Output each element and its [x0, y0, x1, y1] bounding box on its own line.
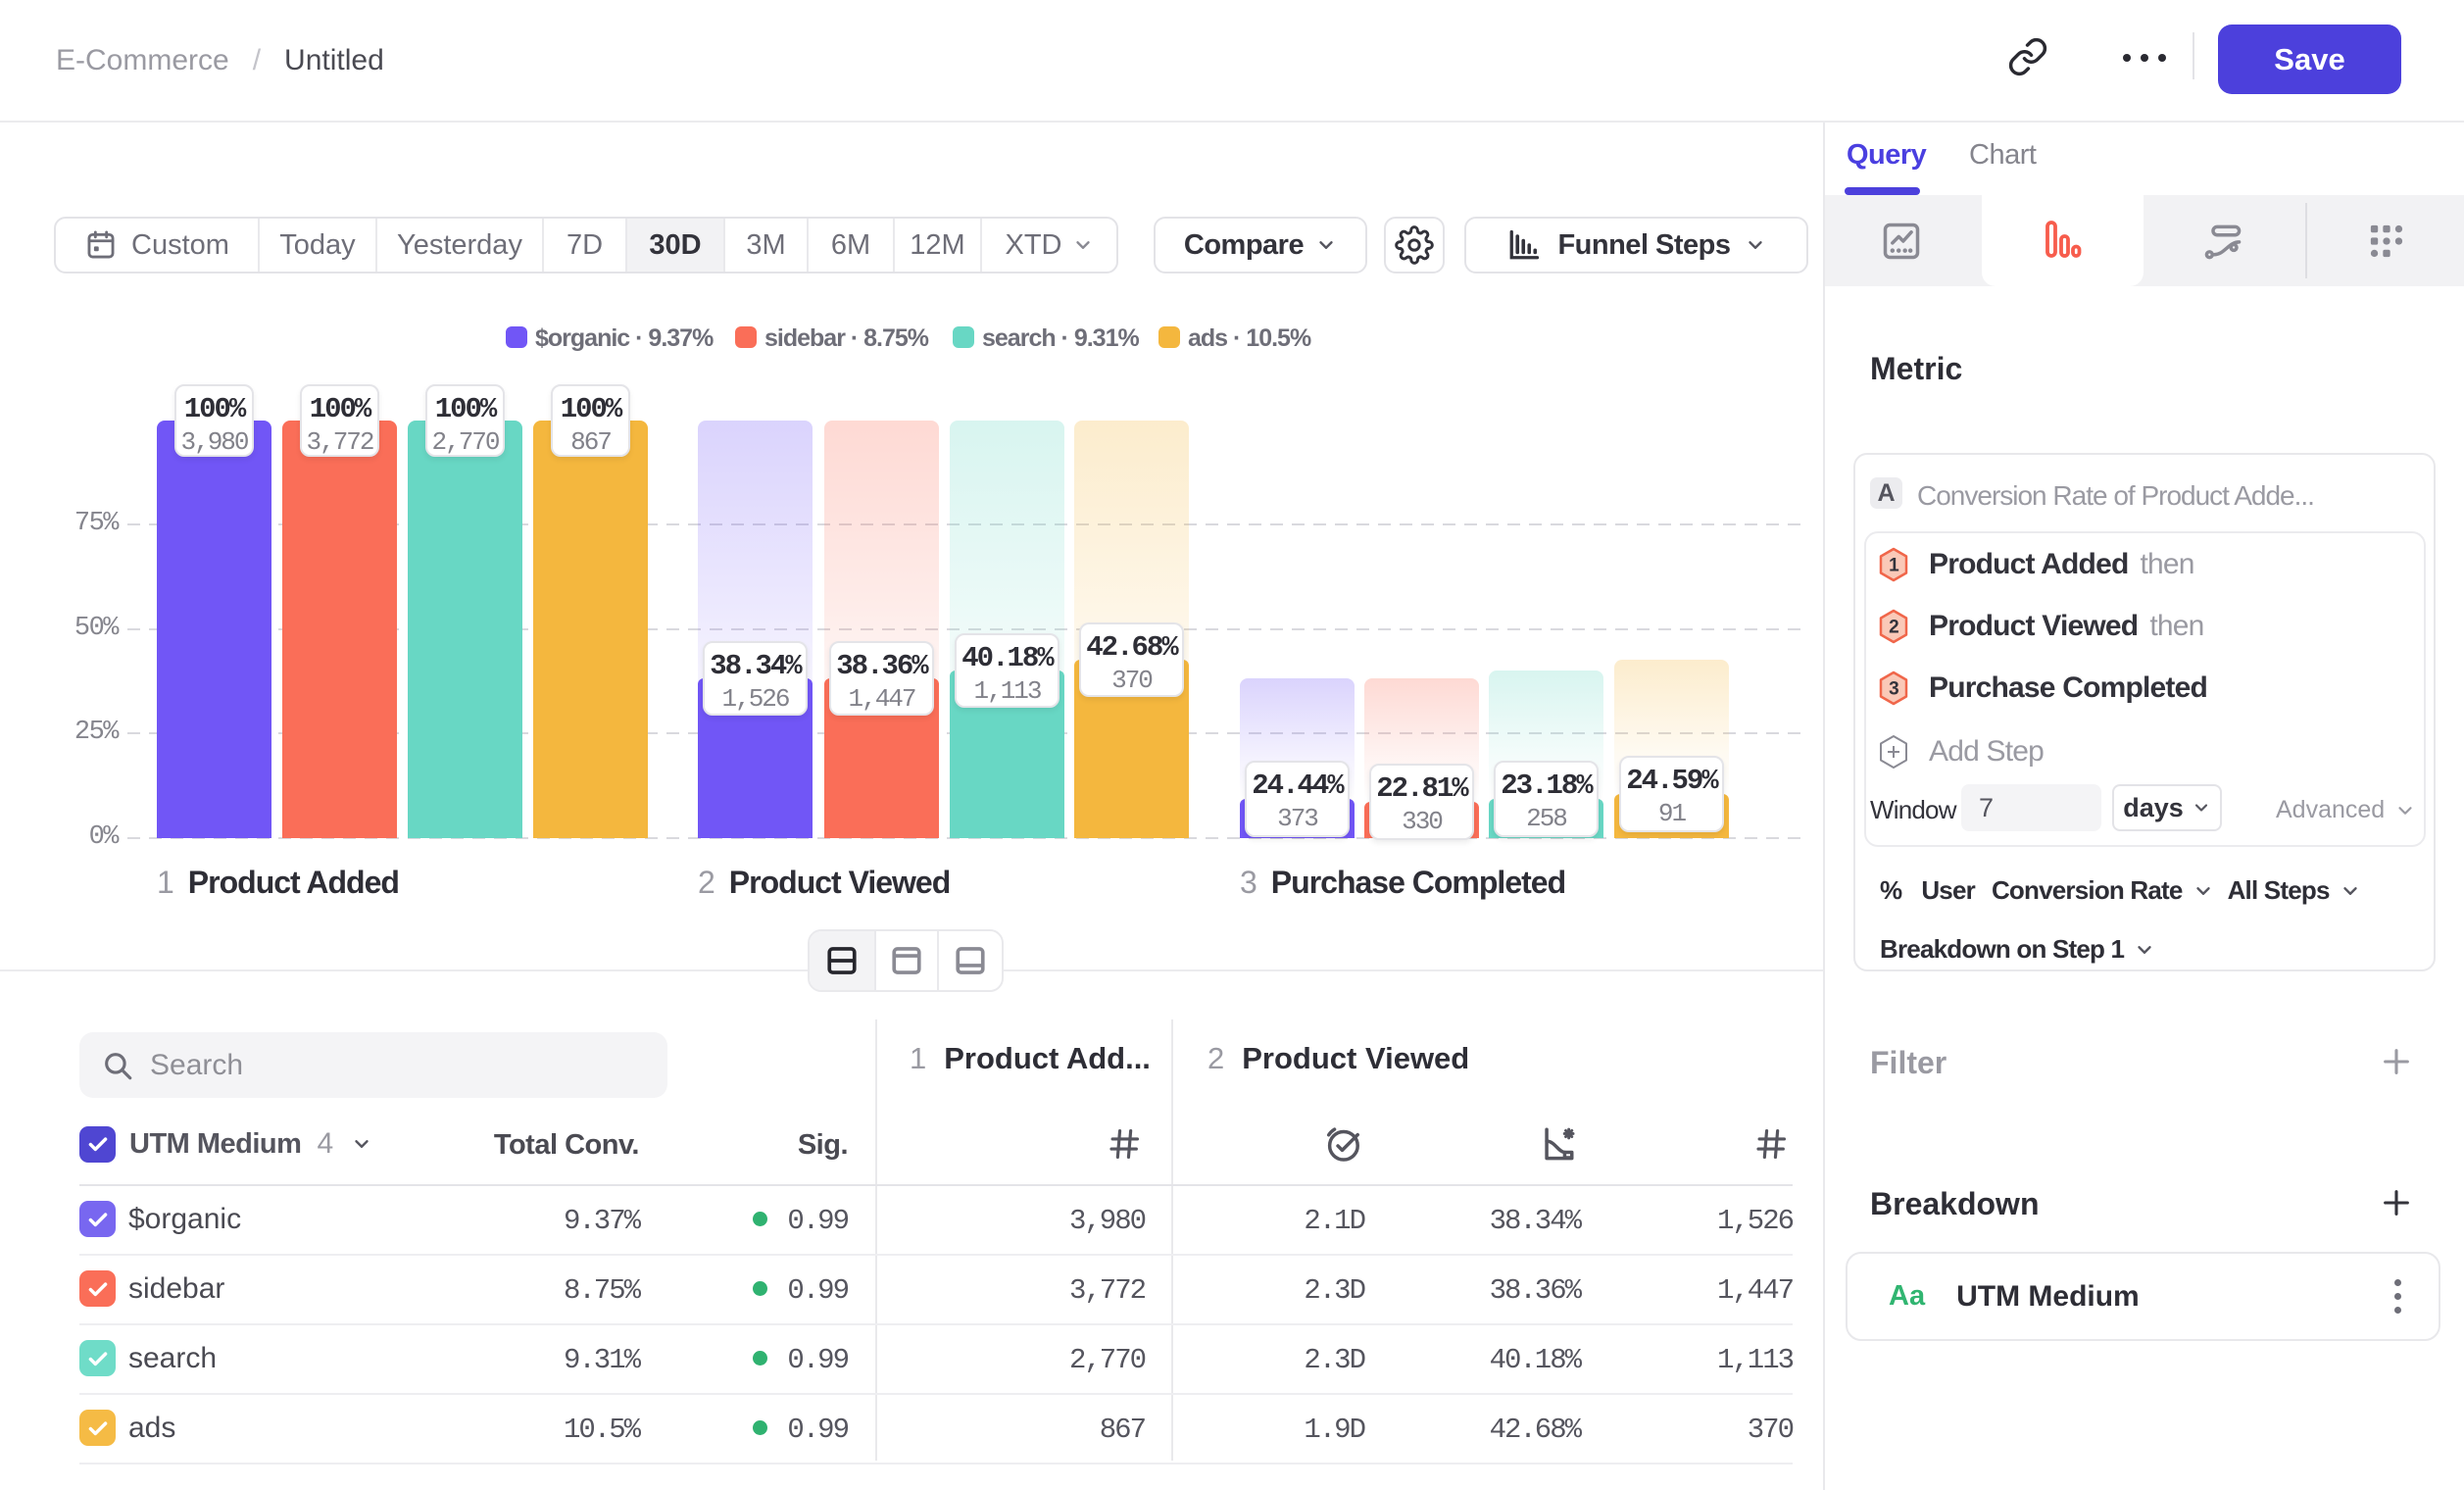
svg-text:2: 2: [1889, 618, 1898, 638]
svg-text:3: 3: [1889, 679, 1898, 700]
svg-text:1: 1: [1889, 556, 1899, 576]
